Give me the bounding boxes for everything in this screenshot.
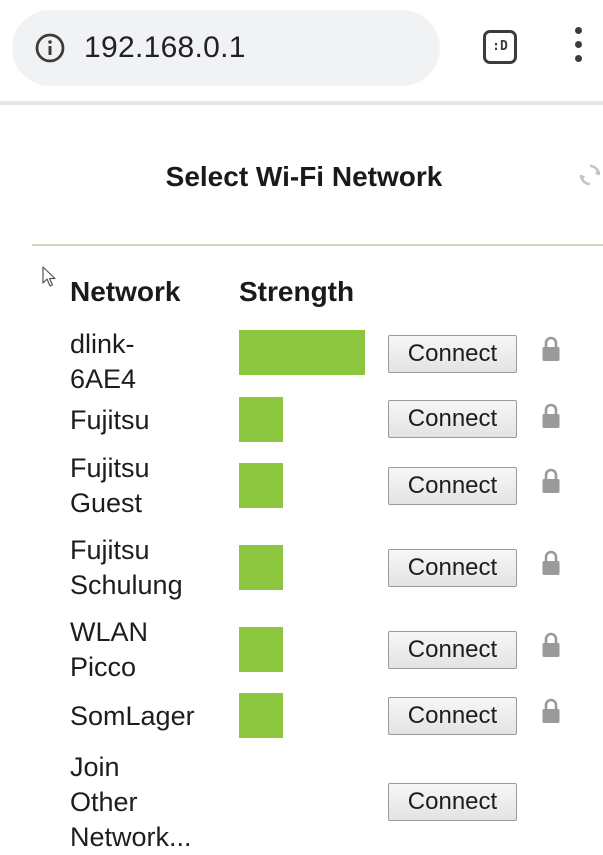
lock-icon: [542, 550, 560, 575]
connect-button[interactable]: Connect: [388, 467, 517, 505]
connect-button[interactable]: Connect: [388, 335, 517, 373]
url-text[interactable]: 192.168.0.1: [84, 30, 246, 66]
title-divider: [32, 244, 603, 246]
lock-icon: [542, 632, 560, 657]
signal-strength-bar: [239, 463, 283, 508]
toolbar-divider: [0, 101, 603, 105]
signal-strength-bar: [239, 330, 365, 375]
connect-button[interactable]: Connect: [388, 400, 517, 438]
network-name: dlink- 6AE4: [70, 329, 137, 394]
network-name: Fujitsu: [70, 405, 150, 435]
signal-strength-bar: [239, 397, 283, 442]
refresh-icon[interactable]: [578, 163, 602, 187]
column-header-strength: Strength: [239, 276, 355, 307]
column-header-network: Network: [70, 276, 181, 307]
connect-button[interactable]: Connect: [388, 631, 517, 669]
join-other-network-label: Join Other Network...: [70, 752, 192, 852]
signal-strength-bar: [239, 627, 283, 672]
connect-button[interactable]: Connect: [388, 549, 517, 587]
network-name: Fujitsu Guest: [70, 453, 150, 518]
page-title: Select Wi-Fi Network: [165, 161, 443, 192]
lock-icon: [542, 336, 560, 361]
lock-icon: [542, 468, 560, 493]
mouse-cursor-icon: [42, 266, 56, 287]
signal-strength-bar: [239, 693, 283, 738]
address-bar[interactable]: 192.168.0.1: [12, 10, 440, 86]
connect-button[interactable]: Connect: [388, 783, 517, 821]
signal-strength-bar: [239, 545, 283, 590]
lock-icon: [542, 403, 560, 428]
more-vert-icon[interactable]: [572, 27, 584, 69]
network-name: SomLager: [70, 701, 195, 731]
network-name: Fujitsu Schulung: [70, 535, 183, 600]
lock-icon: [542, 698, 560, 723]
connect-button[interactable]: Connect: [388, 697, 517, 735]
tab-switcher-icon[interactable]: :D: [483, 30, 517, 64]
network-name: WLAN Picco: [70, 617, 149, 682]
browser-toolbar: 192.168.0.1 :D: [0, 0, 603, 100]
info-icon[interactable]: [34, 32, 66, 64]
